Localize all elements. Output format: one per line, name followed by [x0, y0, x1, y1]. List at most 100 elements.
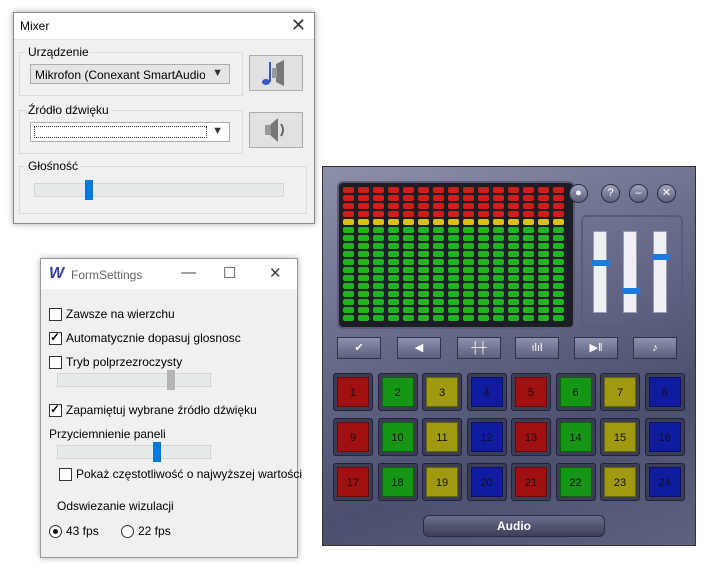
vu-cell [493, 195, 504, 201]
vu-cell [493, 275, 504, 281]
source-settings-button[interactable] [249, 112, 303, 148]
vu-cell [523, 267, 534, 273]
channel-button-19[interactable]: 19 [422, 463, 462, 501]
channel-label: 24 [648, 467, 681, 497]
source-select[interactable]: ▼ [30, 122, 230, 142]
channel-button-3[interactable]: 3 [422, 373, 462, 411]
close-icon[interactable]: ✕ [657, 184, 676, 203]
help-icon[interactable]: ? [601, 184, 620, 203]
level-slider-1[interactable] [592, 231, 610, 313]
vu-cell [358, 283, 369, 289]
minimize-icon[interactable]: – [629, 184, 648, 203]
vu-cell [358, 235, 369, 241]
vu-cell [403, 275, 414, 281]
equalizer-icon[interactable]: ┼┼ [457, 337, 501, 359]
play-pause-icon[interactable]: ▶‖ [574, 337, 618, 359]
vu-cell [433, 307, 444, 313]
fps-43-radio[interactable] [49, 525, 62, 538]
transparency-slider[interactable] [166, 370, 175, 390]
channel-button-5[interactable]: 5 [511, 373, 551, 411]
minimize-icon[interactable]: — [181, 264, 196, 281]
device-select[interactable]: Mikrofon (Conexant SmartAudio H ▼ [30, 64, 230, 84]
channel-button-22[interactable]: 22 [555, 463, 596, 501]
vu-cell [433, 243, 444, 249]
chevron-down-icon: ▼ [212, 67, 223, 79]
vu-cell [418, 267, 429, 273]
remember-source-checkbox[interactable] [49, 402, 62, 417]
vu-cell [373, 291, 384, 297]
maximize-icon[interactable]: ☐ [223, 264, 236, 282]
vu-cell [463, 259, 474, 265]
vu-cell [553, 203, 564, 209]
channel-button-16[interactable]: 16 [644, 418, 685, 456]
device-settings-button[interactable] [249, 55, 303, 91]
channel-label: 8 [648, 377, 681, 407]
channel-button-20[interactable]: 20 [466, 463, 507, 501]
channel-button-8[interactable]: 8 [644, 373, 685, 411]
spectrum-icon[interactable]: ılıl [515, 337, 559, 359]
vu-cell [523, 315, 534, 321]
vu-cell [478, 187, 489, 193]
vu-cell [388, 291, 399, 297]
vu-cell [448, 187, 459, 193]
vu-cell [358, 227, 369, 233]
channel-button-21[interactable]: 21 [511, 463, 551, 501]
vu-cell [433, 211, 444, 217]
channel-button-10[interactable]: 10 [377, 418, 418, 456]
vu-cell [418, 291, 429, 297]
vu-cell [433, 227, 444, 233]
vu-cell [538, 211, 549, 217]
vu-cell [478, 259, 489, 265]
channel-button-1[interactable]: 1 [333, 373, 373, 411]
channel-button-17[interactable]: 17 [333, 463, 373, 501]
vu-cell [523, 195, 534, 201]
always-on-top-checkbox[interactable] [49, 308, 62, 321]
vu-cell [463, 211, 474, 217]
channel-button-11[interactable]: 11 [422, 418, 462, 456]
show-frequency-checkbox[interactable] [59, 468, 72, 481]
vu-cell [388, 315, 399, 321]
vu-cell [508, 235, 519, 241]
speaker-icon [265, 118, 284, 142]
music-note-icon[interactable]: ♪ [633, 337, 677, 359]
vu-cell [433, 259, 444, 265]
fps-22-radio[interactable] [121, 525, 134, 538]
vu-cell [508, 307, 519, 313]
vu-cell [493, 291, 504, 297]
vu-cell [493, 283, 504, 289]
channel-button-15[interactable]: 15 [600, 418, 640, 456]
auto-adjust-checkbox[interactable] [49, 330, 62, 345]
record-icon[interactable]: ● [569, 184, 588, 203]
channel-button-12[interactable]: 12 [466, 418, 507, 456]
transparent-mode-checkbox[interactable] [49, 356, 62, 369]
vu-cell [523, 259, 534, 265]
level-slider-3[interactable] [652, 231, 670, 313]
channel-button-7[interactable]: 7 [600, 373, 640, 411]
close-icon[interactable]: ✕ [291, 15, 306, 36]
dim-slider[interactable] [153, 442, 162, 462]
vu-cell [373, 315, 384, 321]
volume-slider[interactable] [84, 180, 93, 200]
level-slider-2[interactable] [622, 231, 640, 313]
vu-cell [463, 227, 474, 233]
channel-button-24[interactable]: 24 [644, 463, 685, 501]
check-icon[interactable]: ✔ [337, 337, 381, 359]
channel-button-4[interactable]: 4 [466, 373, 507, 411]
vu-cell [493, 227, 504, 233]
vu-cell [508, 187, 519, 193]
channel-button-9[interactable]: 9 [333, 418, 373, 456]
channel-button-6[interactable]: 6 [555, 373, 596, 411]
vu-cell [418, 195, 429, 201]
channel-label: 1 [337, 377, 369, 407]
close-icon[interactable]: ✕ [269, 264, 282, 282]
channel-button-14[interactable]: 14 [555, 418, 596, 456]
channel-button-18[interactable]: 18 [377, 463, 418, 501]
channel-button-13[interactable]: 13 [511, 418, 551, 456]
vu-cell [433, 275, 444, 281]
vu-cell [343, 243, 354, 249]
vu-cell [463, 275, 474, 281]
channel-button-23[interactable]: 23 [600, 463, 640, 501]
mute-icon[interactable]: ◀ [397, 337, 441, 359]
channel-button-2[interactable]: 2 [377, 373, 418, 411]
vu-cell [373, 243, 384, 249]
